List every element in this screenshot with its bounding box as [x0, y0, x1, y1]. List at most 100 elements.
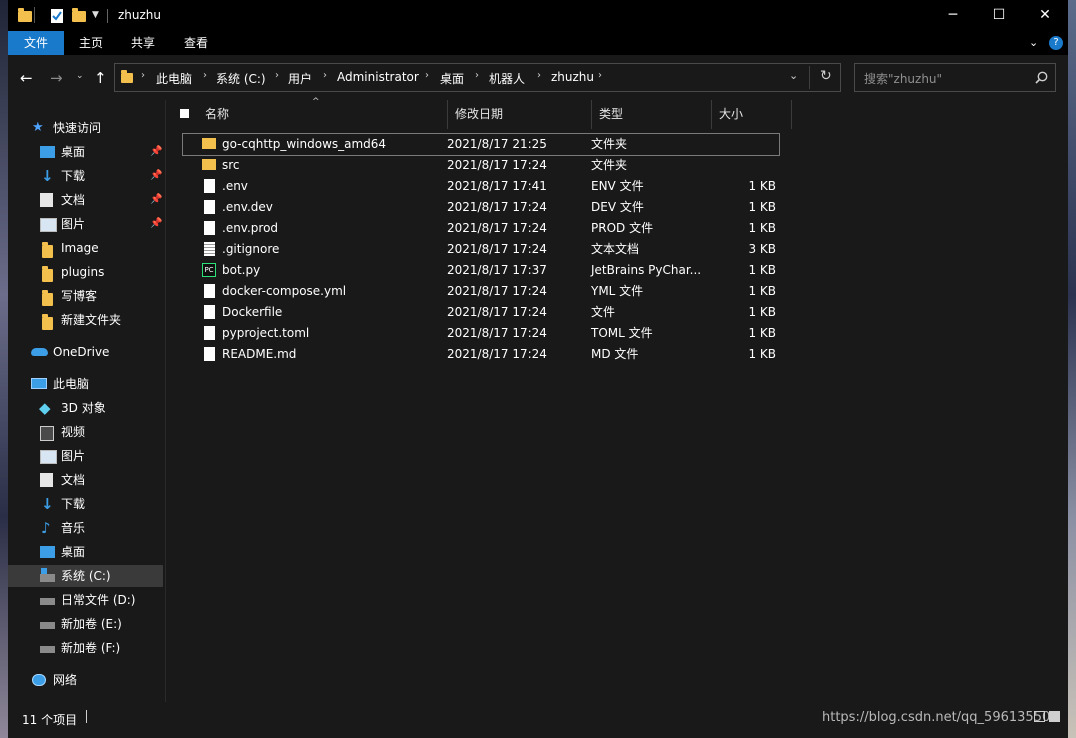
properties-icon[interactable] — [50, 8, 64, 24]
file-icon — [204, 326, 215, 340]
forward-button[interactable]: → — [50, 69, 63, 87]
recent-locations-icon[interactable]: ⌄ — [76, 71, 84, 81]
nav-item-image[interactable]: Image — [8, 237, 163, 259]
large-icons-view-icon[interactable] — [1049, 711, 1060, 722]
nav-item-blog[interactable]: 写博客 — [8, 285, 163, 307]
file-icon — [204, 347, 215, 361]
nav-item-documents-pc[interactable]: 文档 — [8, 469, 163, 491]
crumb-separator[interactable]: › — [141, 70, 145, 81]
nav-label: Image — [61, 241, 99, 255]
file-row[interactable]: .env.dev 2021/8/17 17:24 DEV 文件 1 KB — [183, 197, 779, 218]
file-type: 文件夹 — [591, 137, 628, 151]
minimize-button[interactable]: ─ — [930, 0, 976, 31]
file-row[interactable]: pyproject.toml 2021/8/17 17:24 TOML 文件 1… — [183, 323, 779, 344]
crumb-drive-c[interactable]: 系统 (C:) — [216, 70, 266, 87]
column-header-type[interactable]: 类型 — [592, 100, 712, 129]
up-button[interactable]: ↑ — [94, 69, 107, 87]
address-bar[interactable]: › 此电脑 › 系统 (C:) › 用户 › Administrator › 桌… — [114, 63, 841, 92]
nav-item-videos[interactable]: 视频 — [8, 421, 163, 443]
nav-item-drive-e[interactable]: 新加卷 (E:) — [8, 613, 163, 635]
expand-ribbon-icon[interactable]: ⌄ — [1029, 36, 1038, 49]
new-folder-icon[interactable] — [72, 8, 86, 24]
file-type: 文件 — [591, 305, 616, 319]
column-header-modified[interactable]: 修改日期 — [448, 100, 592, 129]
nav-label: 写博客 — [61, 289, 98, 303]
file-row[interactable]: src 2021/8/17 17:24 文件夹 — [183, 155, 779, 176]
file-row[interactable]: .env 2021/8/17 17:41 ENV 文件 1 KB — [183, 176, 779, 197]
nav-label: 新加卷 (E:) — [61, 617, 122, 631]
ribbon-tabs: 文件 主页 共享 查看 ⌄ ? — [8, 31, 1068, 55]
tab-share[interactable]: 共享 — [121, 31, 165, 55]
title-bar[interactable]: ▼ zhuzhu ─ ☐ ✕ — [8, 0, 1068, 31]
crumb-desktop[interactable]: 桌面 — [440, 70, 464, 87]
nav-item-pictures-pc[interactable]: 图片 — [8, 445, 163, 467]
file-row[interactable]: go-cqhttp_windows_amd64 2021/8/17 21:25 … — [182, 133, 780, 156]
details-view-icon[interactable] — [1034, 711, 1045, 722]
address-history-icon[interactable]: ⌄ — [789, 69, 798, 82]
nav-item-plugins[interactable]: plugins — [8, 261, 163, 283]
file-row[interactable]: Dockerfile 2021/8/17 17:24 文件 1 KB — [183, 302, 779, 323]
search-box[interactable]: 搜索"zhuzhu" — [854, 63, 1056, 92]
tab-file[interactable]: 文件 — [8, 31, 64, 55]
nav-item-new-folder[interactable]: 新建文件夹 — [8, 309, 163, 331]
file-type: ENV 文件 — [591, 179, 644, 193]
crumb-separator[interactable]: › — [425, 70, 429, 81]
crumb-separator[interactable]: › — [323, 70, 327, 81]
nav-item-drive-c[interactable]: 系统 (C:) — [8, 565, 163, 587]
navigation-pane: ★ 快速访问 桌面 📌 ↓ 下载 📌 文档 📌 图片 📌 Image plugi… — [8, 100, 165, 702]
nav-item-downloads-pc[interactable]: ↓ 下载 — [8, 493, 163, 515]
file-row[interactable]: docker-compose.yml 2021/8/17 17:24 YML 文… — [183, 281, 779, 302]
qa-dropdown-icon[interactable]: ▼ — [92, 10, 106, 26]
nav-onedrive[interactable]: OneDrive — [8, 341, 163, 363]
crumb-separator[interactable]: › — [203, 70, 207, 81]
file-row[interactable]: README.md 2021/8/17 17:24 MD 文件 1 KB — [183, 344, 779, 365]
pin-icon[interactable]: 📌 — [150, 165, 162, 187]
file-modified: 2021/8/17 21:25 — [447, 137, 547, 151]
tab-view[interactable]: 查看 — [174, 31, 218, 55]
pin-icon[interactable]: 📌 — [150, 213, 162, 235]
nav-label: 桌面 — [61, 145, 86, 159]
file-row[interactable]: PC bot.py 2021/8/17 17:37 JetBrains PyCh… — [183, 260, 779, 281]
pin-icon[interactable]: 📌 — [150, 141, 162, 163]
file-row[interactable]: .env.prod 2021/8/17 17:24 PROD 文件 1 KB — [183, 218, 779, 239]
file-row[interactable]: .gitignore 2021/8/17 17:24 文本文档 3 KB — [183, 239, 779, 260]
nav-item-drive-d[interactable]: 日常文件 (D:) — [8, 589, 163, 611]
nav-item-desktop[interactable]: 桌面 📌 — [8, 141, 163, 163]
pin-icon[interactable]: 📌 — [150, 189, 162, 211]
file-name: README.md — [222, 347, 297, 361]
search-icon[interactable] — [1035, 71, 1048, 84]
nav-network[interactable]: 网络 — [8, 669, 163, 691]
download-icon: ↓ — [41, 495, 54, 513]
crumb-zhuzhu[interactable]: zhuzhu — [551, 70, 594, 84]
nav-this-pc[interactable]: 此电脑 — [8, 373, 163, 395]
nav-quick-access[interactable]: ★ 快速访问 — [8, 117, 163, 139]
file-modified: 2021/8/17 17:41 — [447, 179, 547, 193]
crumb-this-pc[interactable]: 此电脑 — [156, 70, 192, 87]
crumb-administrator[interactable]: Administrator — [337, 70, 419, 84]
crumb-users[interactable]: 用户 — [288, 70, 312, 87]
help-icon[interactable]: ? — [1049, 36, 1063, 50]
select-all-checkbox[interactable] — [180, 109, 189, 118]
documents-icon — [40, 473, 53, 487]
column-header-name[interactable]: 名称 — [198, 100, 448, 129]
crumb-separator[interactable]: › — [275, 70, 279, 81]
nav-item-pictures[interactable]: 图片 📌 — [8, 213, 163, 235]
crumb-separator[interactable]: › — [475, 70, 479, 81]
crumb-separator[interactable]: › — [537, 70, 541, 81]
tab-home[interactable]: 主页 — [69, 31, 113, 55]
maximize-button[interactable]: ☐ — [976, 0, 1022, 31]
crumb-separator[interactable]: › — [598, 70, 602, 81]
nav-item-3d-objects[interactable]: ◆ 3D 对象 — [8, 397, 163, 419]
refresh-icon[interactable]: ↻ — [820, 68, 832, 84]
search-input[interactable]: 搜索"zhuzhu" — [864, 70, 942, 87]
nav-item-desktop-pc[interactable]: 桌面 — [8, 541, 163, 563]
pictures-icon — [40, 218, 57, 232]
column-header-size[interactable]: 大小 — [712, 100, 792, 129]
back-button[interactable]: ← — [20, 69, 33, 87]
nav-item-documents[interactable]: 文档 📌 — [8, 189, 163, 211]
nav-item-music[interactable]: ♪ 音乐 — [8, 517, 163, 539]
crumb-robot[interactable]: 机器人 — [489, 70, 525, 87]
close-button[interactable]: ✕ — [1022, 0, 1068, 31]
nav-item-drive-f[interactable]: 新加卷 (F:) — [8, 637, 163, 659]
nav-item-downloads[interactable]: ↓ 下载 📌 — [8, 165, 163, 187]
